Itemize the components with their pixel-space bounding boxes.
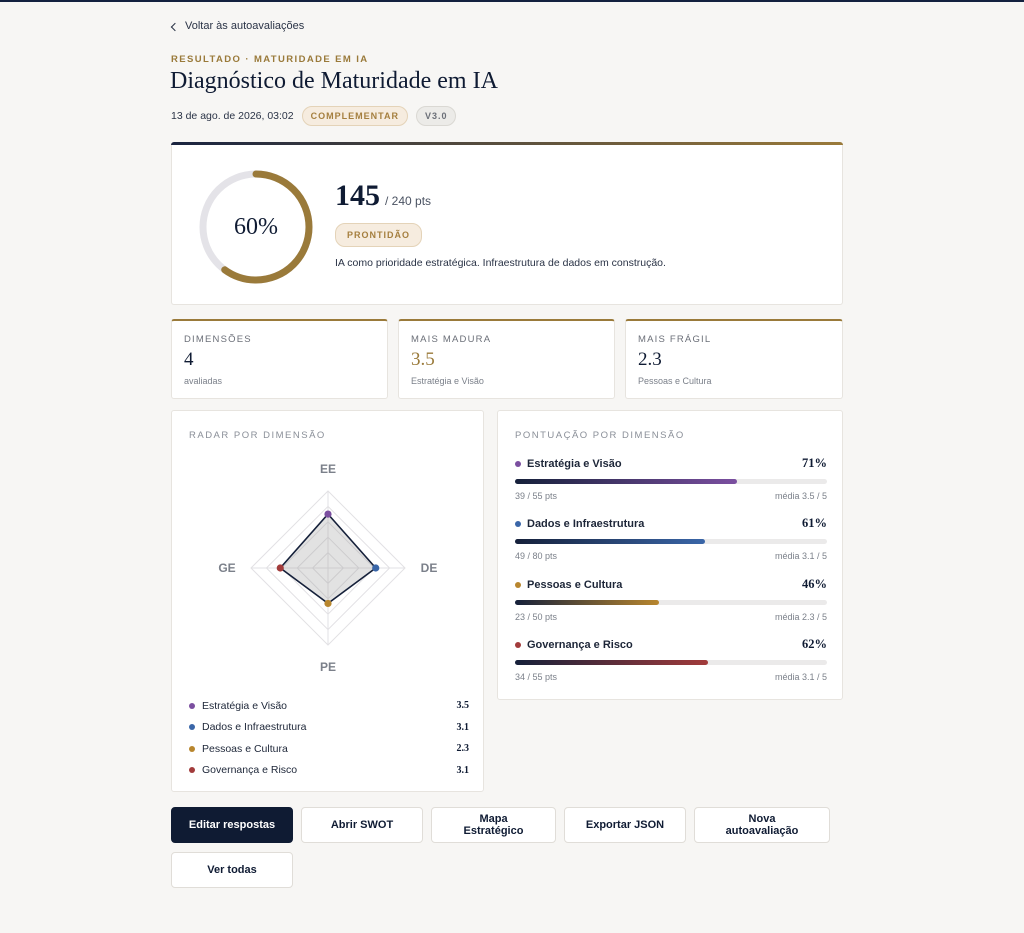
radar-title: RADAR POR DIMENSÃO	[189, 430, 326, 441]
stat-label: MAIS MADURA	[411, 334, 492, 345]
radar-legend: Estratégia e Visão 3.5 Dados e Infraestr…	[189, 695, 469, 781]
legend-item: Governança e Risco 3.1	[189, 760, 469, 782]
stat-card-dimensions: DIMENSÕES 4 avaliadas	[171, 319, 388, 399]
chevron-left-icon	[170, 22, 180, 31]
dimension-points: 34 / 55 pts	[515, 672, 558, 682]
scores-card: PONTUAÇÃO POR DIMENSÃO Estratégia e Visã…	[497, 410, 843, 700]
legend-dot	[189, 702, 195, 709]
dimension-points: 49 / 80 pts	[515, 551, 558, 561]
summary-card: 60% 145 / 240 pts PRONTIDÃO IA como prio…	[171, 142, 843, 305]
maturity-percent: 60%	[234, 213, 278, 240]
page-title: Diagnóstico de Maturidade em IA	[170, 68, 498, 94]
edit-answers-button[interactable]: Editar respostas	[171, 807, 293, 843]
dimension-name: Dados e Infraestrutura	[527, 517, 645, 530]
radar-axis-label: EE	[320, 462, 336, 476]
score-max: / 240 pts	[385, 194, 432, 208]
type-badge: COMPLEMENTAR	[301, 106, 408, 126]
legend-label: Dados e Infraestrutura	[202, 721, 307, 734]
export-json-button[interactable]: Exportar JSON	[564, 807, 686, 843]
legend-dot	[189, 724, 195, 731]
radar-point	[276, 564, 284, 572]
dimension-average: média 3.5 / 5	[774, 491, 827, 501]
legend-value: 3.1	[456, 721, 470, 733]
scores-title: PONTUAÇÃO POR DIMENSÃO	[515, 430, 685, 441]
radar-axis-label: PE	[320, 660, 336, 674]
view-all-button[interactable]: Ver todas	[171, 852, 293, 888]
dimension-dot	[515, 641, 521, 648]
dimension-name: Governança e Risco	[527, 638, 633, 651]
dimension-points: 23 / 50 pts	[515, 612, 558, 622]
dimension-average: média 3.1 / 5	[774, 672, 827, 682]
dimension-bar-fill	[515, 539, 706, 544]
legend-item: Pessoas e Cultura 2.3	[189, 738, 469, 760]
dimension-bar-fill	[515, 660, 709, 665]
radar-data-area	[279, 512, 377, 605]
dimension-score: Pessoas e Cultura 46% 23 / 50 pts média …	[515, 577, 827, 622]
dimension-dot	[515, 460, 521, 467]
back-link-label: Voltar às autoavaliações	[185, 20, 305, 32]
dimension-bar-fill	[515, 479, 737, 484]
back-link[interactable]: Voltar às autoavaliações	[170, 20, 305, 32]
legend-dot	[189, 745, 195, 752]
radar-axis-label: GE	[218, 561, 235, 575]
new-assessment-button[interactable]: Nova autoavaliação	[694, 807, 830, 843]
dimension-average: média 3.1 / 5	[774, 551, 827, 561]
score: 145 / 240 pts	[335, 179, 431, 213]
level-description: IA como prioridade estratégica. Infraest…	[335, 257, 666, 269]
radar-chart: EE DE PE GE	[218, 462, 438, 674]
dimension-percent: 61%	[802, 516, 827, 530]
dimension-points: 39 / 55 pts	[515, 491, 558, 501]
dimension-score: Dados e Infraestrutura 61% 49 / 80 pts m…	[515, 516, 827, 561]
stat-sub: Estratégia e Visão	[411, 376, 484, 386]
legend-label: Pessoas e Cultura	[202, 742, 288, 755]
dimension-percent: 46%	[802, 577, 827, 591]
action-bar: Editar respostas Abrir SWOT Mapa Estraté…	[171, 807, 851, 888]
radar-axis-label: DE	[421, 561, 438, 575]
dimension-bar-track	[515, 600, 827, 605]
dimension-bar-track	[515, 479, 827, 484]
stat-sub: avaliadas	[184, 376, 223, 386]
stat-value: 2.3	[638, 349, 662, 370]
legend-label: Governança e Risco	[202, 764, 298, 777]
radar-point	[324, 599, 332, 608]
dimension-percent: 71%	[802, 456, 827, 470]
legend-item: Estratégia e Visão 3.5	[189, 695, 469, 717]
stat-value: 3.5	[411, 349, 435, 370]
legend-value: 3.1	[456, 764, 470, 776]
radar-point	[372, 564, 380, 572]
open-swot-button[interactable]: Abrir SWOT	[301, 807, 423, 843]
version-badge: V3.0	[415, 106, 457, 126]
legend-dot	[189, 767, 195, 774]
stat-label: MAIS FRÁGIL	[638, 334, 712, 345]
dimension-bar-track	[515, 539, 827, 544]
dimension-dot	[515, 520, 521, 527]
dimension-name: Estratégia e Visão	[527, 457, 622, 470]
dimension-bar-track	[515, 660, 827, 665]
radar-card: RADAR POR DIMENSÃO EE DE PE GE Estratégia e…	[171, 410, 484, 792]
dimension-name: Pessoas e Cultura	[527, 578, 623, 591]
legend-label: Estratégia e Visão	[202, 699, 288, 712]
dimension-score: Estratégia e Visão 71% 39 / 55 pts média…	[515, 456, 827, 501]
legend-value: 2.3	[456, 743, 470, 755]
page-meta: 13 de ago. de 2026, 03:02 COMPLEMENTAR V…	[171, 106, 457, 126]
radar-point	[324, 510, 332, 518]
dimension-dot	[515, 581, 521, 588]
result-date: 13 de ago. de 2026, 03:02	[171, 110, 294, 122]
stat-sub: Pessoas e Cultura	[638, 376, 712, 386]
legend-value: 3.5	[456, 700, 470, 712]
legend-item: Dados e Infraestrutura 3.1	[189, 717, 469, 739]
dimension-percent: 62%	[802, 637, 827, 651]
stat-value: 4	[184, 349, 194, 370]
level-badge: PRONTIDÃO	[335, 223, 422, 247]
stat-label: DIMENSÕES	[184, 334, 252, 345]
stat-card-most-mature: MAIS MADURA 3.5 Estratégia e Visão	[398, 319, 615, 399]
strategic-map-button[interactable]: Mapa Estratégico	[431, 807, 556, 843]
dimension-score: Governança e Risco 62% 34 / 55 pts média…	[515, 637, 827, 682]
dimension-average: média 2.3 / 5	[774, 612, 827, 622]
dimension-bar-fill	[515, 600, 659, 605]
stat-card-most-fragile: MAIS FRÁGIL 2.3 Pessoas e Cultura	[625, 319, 843, 399]
score-value: 145	[335, 179, 380, 212]
page-eyebrow: RESULTADO · MATURIDADE EM IA	[171, 54, 369, 65]
